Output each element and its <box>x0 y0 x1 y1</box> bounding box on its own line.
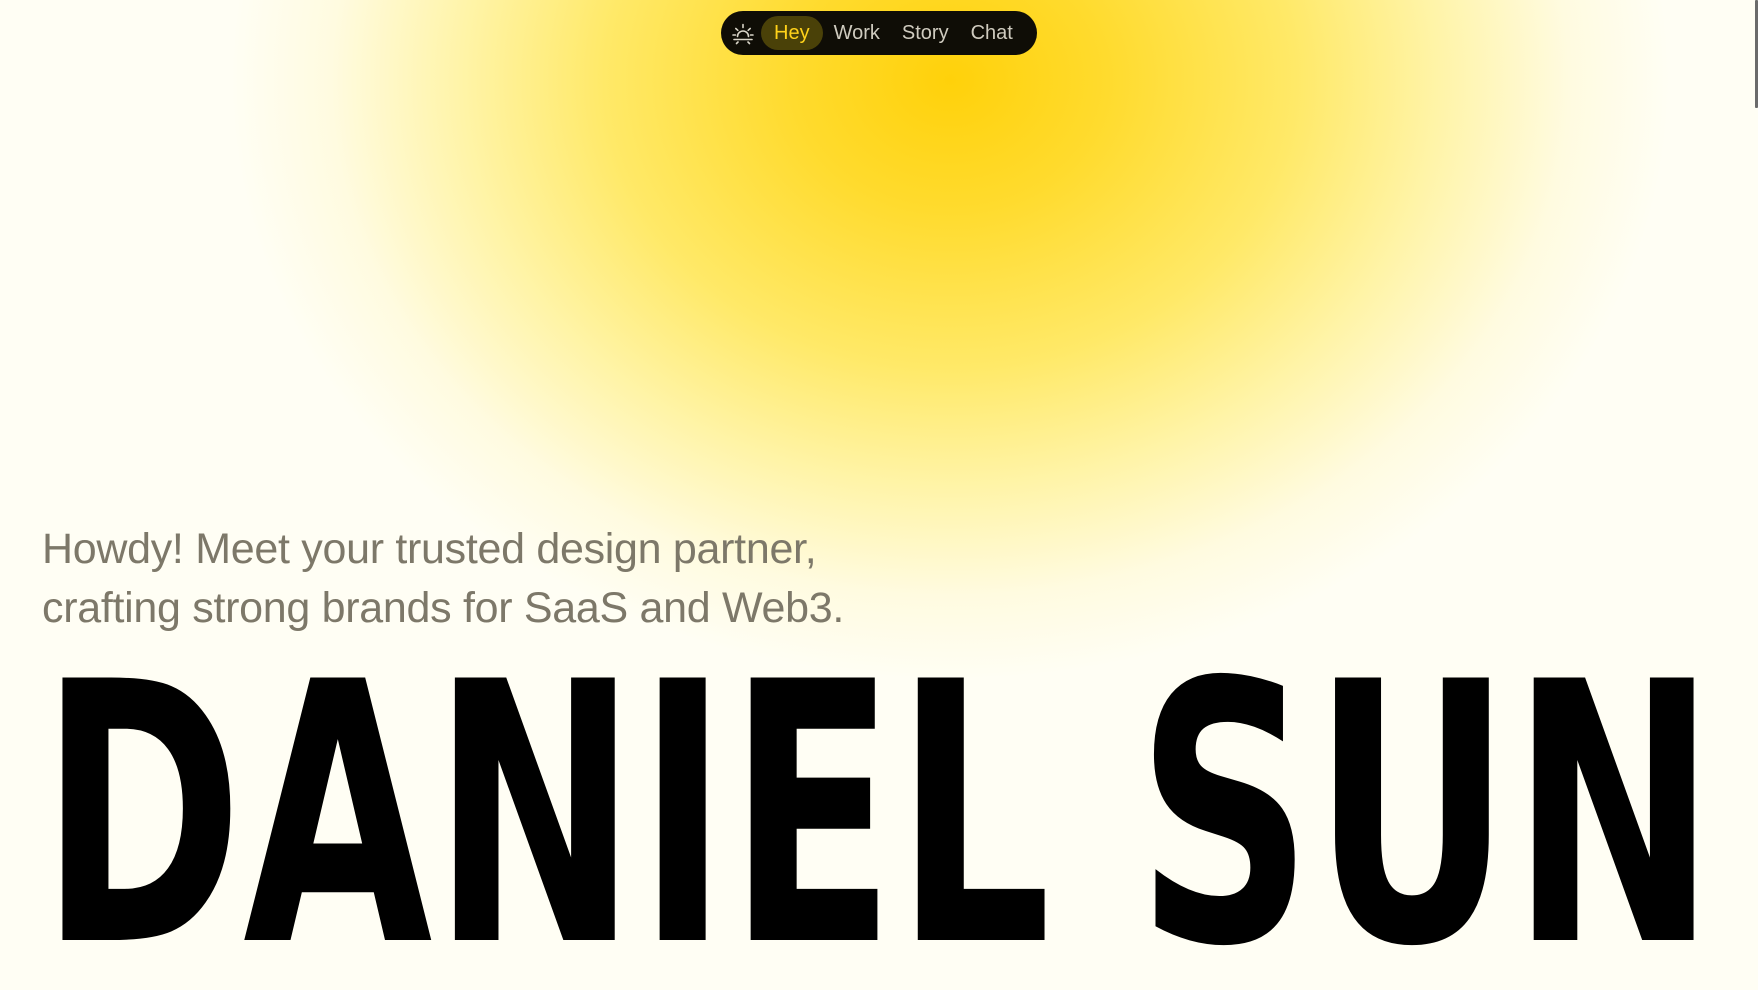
nav-item-hey[interactable]: Hey <box>761 16 823 50</box>
sun-icon <box>732 23 754 45</box>
hero-name: DANIEL SUN <box>40 668 1716 948</box>
tagline-line-2: crafting strong brands for SaaS and Web3… <box>42 584 844 632</box>
nav-item-story[interactable]: Story <box>891 16 960 50</box>
hero-tagline: Howdy! Meet your trusted design partner,… <box>42 520 942 638</box>
tagline-line-1: Howdy! Meet your trusted design partner, <box>42 525 817 573</box>
page: Hey Work Story Chat Howdy! Meet your tru… <box>0 0 1758 990</box>
hero-name-text: DANIEL SUN <box>40 668 1716 948</box>
nav-item-chat[interactable]: Chat <box>960 16 1024 50</box>
theme-toggle-button[interactable] <box>729 19 757 47</box>
top-nav: Hey Work Story Chat <box>721 11 1037 55</box>
nav-item-work[interactable]: Work <box>823 16 891 50</box>
